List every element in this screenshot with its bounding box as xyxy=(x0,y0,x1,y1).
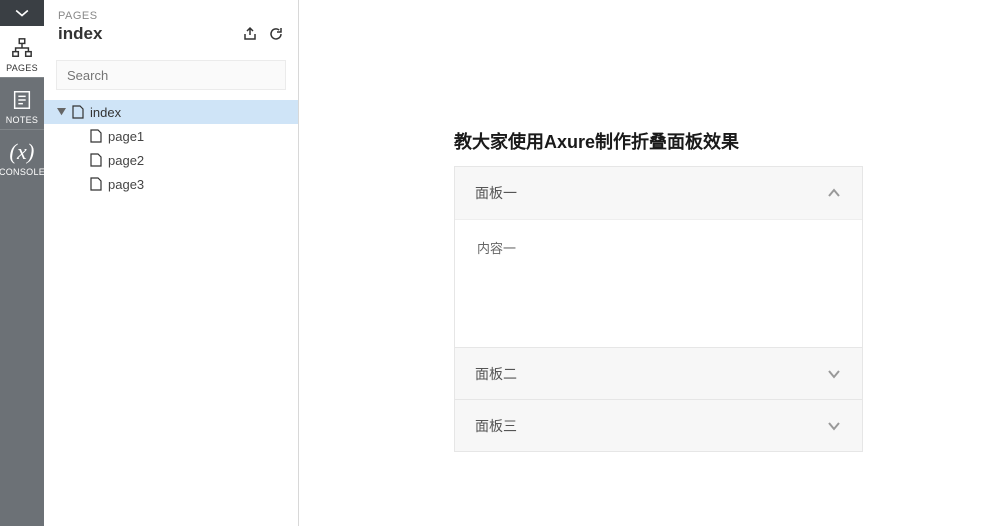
accordion-header-1[interactable]: 面板一 xyxy=(455,167,862,219)
refresh-button[interactable] xyxy=(268,26,284,42)
rail-item-console[interactable]: (x) CONSOLE xyxy=(0,130,44,181)
rail-item-notes[interactable]: NOTES xyxy=(0,78,44,129)
share-icon xyxy=(242,26,258,42)
current-page-name: index xyxy=(58,24,102,44)
accordion-item-2: 面板二 xyxy=(455,347,862,399)
variable-icon: (x) xyxy=(9,140,34,164)
search-input[interactable] xyxy=(56,60,286,90)
panel-title: PAGES xyxy=(58,10,284,22)
pages-panel: PAGES index index xyxy=(44,0,299,526)
rail-label: CONSOLE xyxy=(0,167,45,177)
accordion-header-label: 面板三 xyxy=(475,416,517,436)
rail-collapse-button[interactable] xyxy=(0,0,44,26)
tree-item-page2[interactable]: page2 xyxy=(44,148,298,172)
refresh-icon xyxy=(268,26,284,42)
accordion-header-2[interactable]: 面板二 xyxy=(455,347,862,399)
rail-label: NOTES xyxy=(6,115,39,125)
tree-item-page1[interactable]: page1 xyxy=(44,124,298,148)
accordion-content-1: 内容一 xyxy=(455,219,862,347)
tree-item-page3[interactable]: page3 xyxy=(44,172,298,196)
page-tree: index page1 page2 page3 xyxy=(44,96,298,200)
accordion: 面板一 内容一 面板二 面板三 xyxy=(454,166,863,452)
sitemap-icon xyxy=(11,36,33,60)
page-icon xyxy=(90,177,102,191)
chevron-down-icon xyxy=(13,8,31,18)
chevron-down-icon xyxy=(826,366,842,382)
page-icon xyxy=(72,105,84,119)
share-button[interactable] xyxy=(242,26,258,42)
tree-label: page3 xyxy=(108,177,144,192)
rail-item-pages[interactable]: PAGES xyxy=(0,26,44,77)
tree-label: page1 xyxy=(108,129,144,144)
left-rail: PAGES NOTES (x) CONSOLE xyxy=(0,0,44,526)
chevron-down-icon xyxy=(826,418,842,434)
tree-label: page2 xyxy=(108,153,144,168)
notes-icon xyxy=(11,88,33,112)
collapse-icon[interactable] xyxy=(56,107,66,117)
tree-item-index[interactable]: index xyxy=(44,100,298,124)
chevron-up-icon xyxy=(826,185,842,201)
page-title: 教大家使用Axure制作折叠面板效果 xyxy=(454,128,739,154)
accordion-header-label: 面板二 xyxy=(475,364,517,384)
accordion-item-1: 面板一 内容一 xyxy=(455,167,862,347)
accordion-header-label: 面板一 xyxy=(475,183,517,203)
accordion-header-3[interactable]: 面板三 xyxy=(455,399,862,451)
rail-label: PAGES xyxy=(6,63,38,73)
page-icon xyxy=(90,153,102,167)
accordion-item-3: 面板三 xyxy=(455,399,862,451)
preview-canvas: 教大家使用Axure制作折叠面板效果 面板一 内容一 面板二 面板三 xyxy=(299,0,1000,526)
page-icon xyxy=(90,129,102,143)
tree-label: index xyxy=(90,105,121,120)
